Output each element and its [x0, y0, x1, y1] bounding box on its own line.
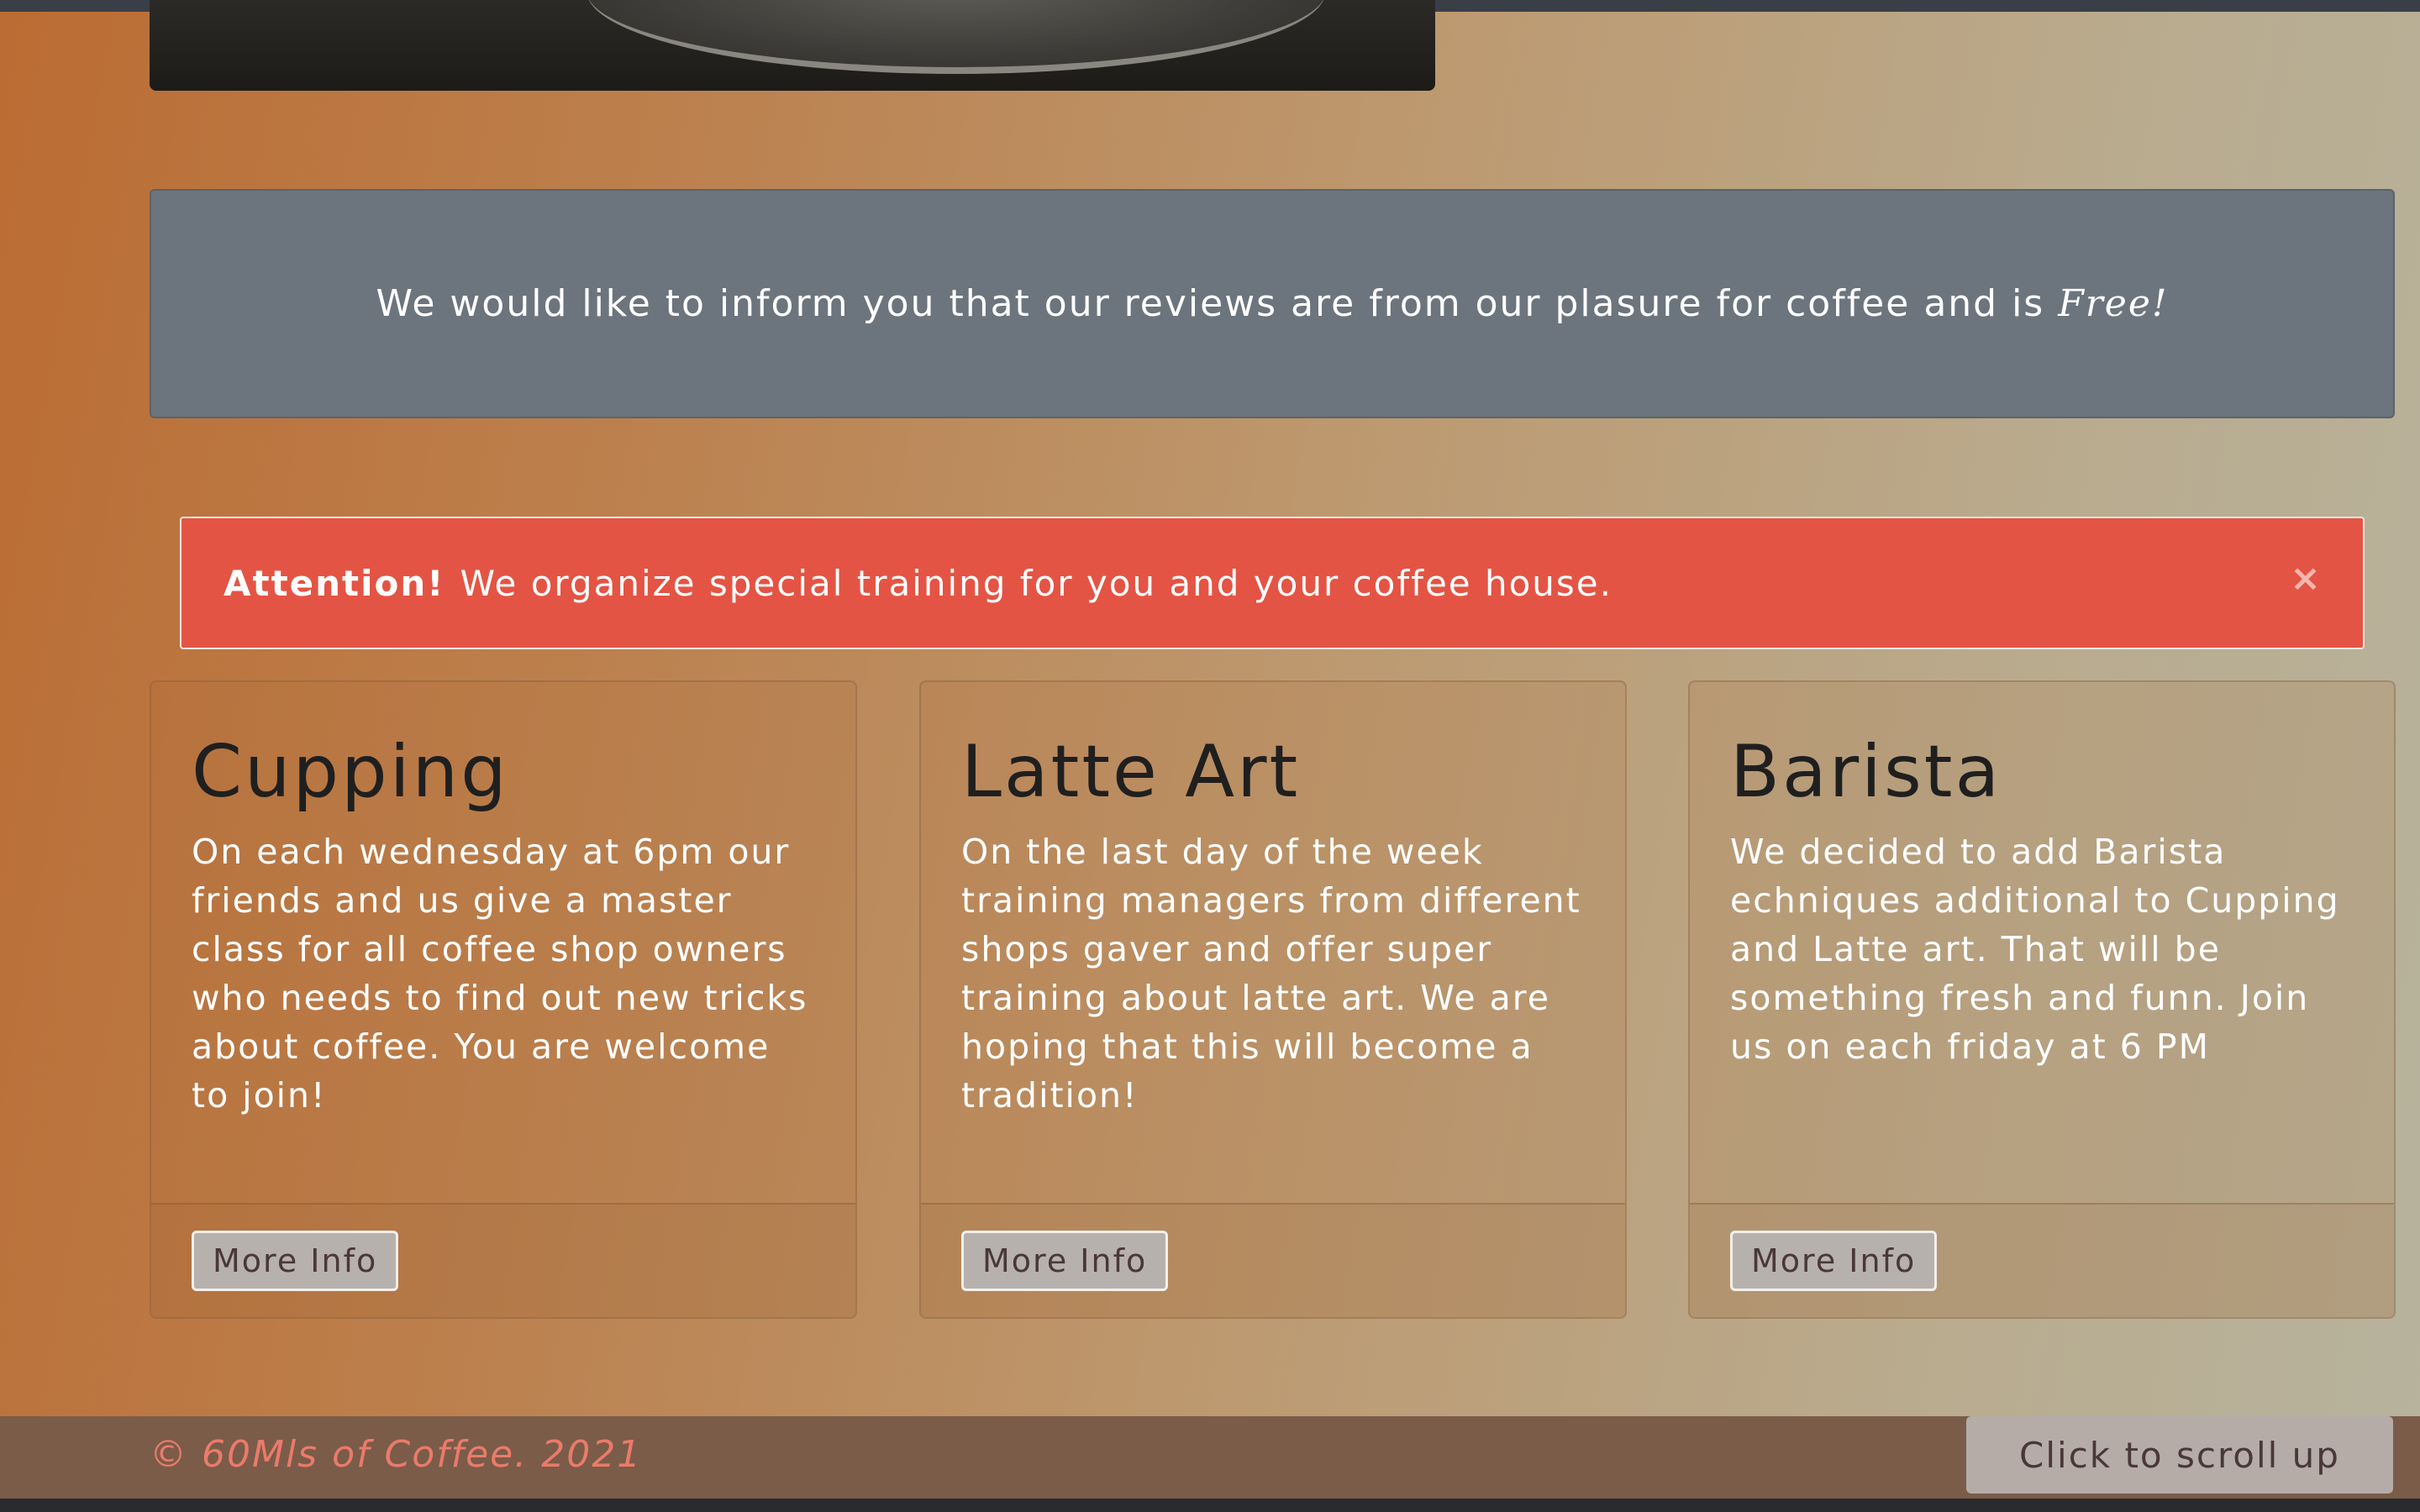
- card-body: Latte Art On the last day of the week tr…: [921, 682, 1625, 1205]
- card-text: On the last day of the week training man…: [961, 831, 1581, 1116]
- info-banner-emphasis: Free!: [2058, 282, 2169, 325]
- card-cupping: Cupping On each wednesday at 6pm our fri…: [150, 680, 857, 1319]
- card-footer: More Info: [1690, 1203, 2394, 1317]
- more-info-button-cupping[interactable]: More Info: [192, 1231, 399, 1291]
- more-info-button-barista[interactable]: More Info: [1730, 1231, 1938, 1291]
- coffee-plate-image: [587, 0, 1326, 74]
- card-text: We decided to add Barista echniques addi…: [1730, 831, 2340, 1067]
- footer-copyright: © 60Mls of Coffee. 2021: [150, 1433, 643, 1476]
- more-info-button-latte-art[interactable]: More Info: [961, 1231, 1169, 1291]
- card-footer: More Info: [921, 1203, 1625, 1317]
- coffee-hero-image: [150, 0, 1435, 91]
- card-title: Latte Art: [961, 730, 1301, 814]
- card-latte-art: Latte Art On the last day of the week tr…: [919, 680, 1627, 1319]
- browser-bottom-bar: [0, 1499, 2420, 1512]
- info-banner-message: We would like to inform you that our rev…: [376, 282, 2045, 325]
- attention-alert: Attention! We organize special training …: [180, 517, 2365, 649]
- card-barista: Barista We decided to add Barista echniq…: [1688, 680, 2396, 1319]
- card-body: Barista We decided to add Barista echniq…: [1690, 682, 2394, 1205]
- alert-strong-label: Attention!: [224, 562, 445, 604]
- card-body: Cupping On each wednesday at 6pm our fri…: [151, 682, 855, 1205]
- scroll-up-button[interactable]: Click to scroll up: [1966, 1416, 2393, 1494]
- alert-message: We organize special training for you and…: [460, 562, 1612, 604]
- info-banner-text: We would like to inform you that our rev…: [376, 282, 2168, 325]
- card-title: Barista: [1730, 730, 2002, 814]
- card-title: Cupping: [192, 730, 509, 814]
- card-footer: More Info: [151, 1203, 855, 1317]
- card-text: On each wednesday at 6pm our friends and…: [192, 831, 808, 1116]
- close-icon[interactable]: ×: [2290, 560, 2323, 597]
- info-banner: We would like to inform you that our rev…: [150, 189, 2395, 418]
- page-footer: © 60Mls of Coffee. 2021 Click to scroll …: [0, 1416, 2420, 1499]
